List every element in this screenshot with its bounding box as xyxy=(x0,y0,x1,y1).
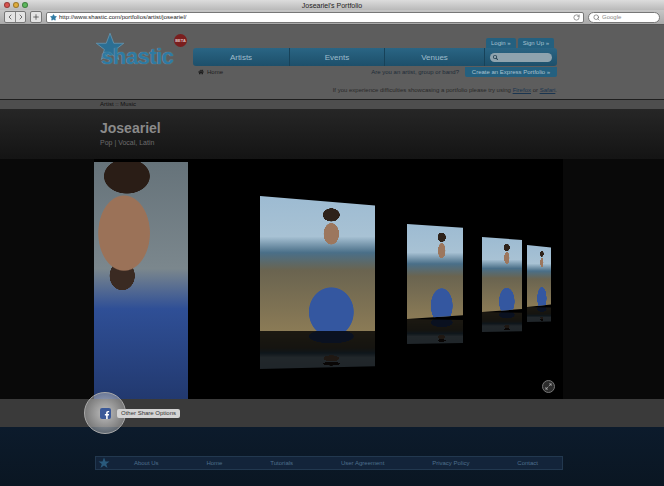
search-icon xyxy=(593,14,600,21)
share-bar: Other Share Options xyxy=(0,399,664,427)
photo xyxy=(527,245,551,307)
window-controls xyxy=(4,2,34,8)
logo-text: shastic xyxy=(95,44,173,70)
search-placeholder: Google xyxy=(602,13,621,22)
breadcrumb: Artist :: Music xyxy=(0,100,664,109)
nav-tab[interactable]: Events xyxy=(290,48,385,66)
facebook-share-button[interactable] xyxy=(100,408,111,419)
photo-reflection xyxy=(407,319,463,344)
gallery-photo[interactable] xyxy=(527,245,551,322)
account-button[interactable]: Login » xyxy=(486,38,516,48)
site-star-icon xyxy=(50,14,57,21)
back-button[interactable] xyxy=(5,12,15,22)
cover-flow[interactable] xyxy=(94,159,563,399)
safari-link[interactable]: Safari xyxy=(540,87,556,93)
chevron-left-icon xyxy=(6,13,14,21)
footer-link[interactable]: User Agreement xyxy=(341,460,384,466)
photo-reflection xyxy=(260,331,375,369)
footer-link[interactable]: Home xyxy=(206,460,222,466)
artist-name: Joseariel xyxy=(100,120,664,136)
gallery-stage xyxy=(0,159,664,399)
artist-header: Joseariel Pop | Vocal, Latin xyxy=(0,109,664,159)
photo xyxy=(260,196,375,331)
nav-search xyxy=(485,48,557,66)
main-nav: ArtistsEventsVenues xyxy=(193,48,557,66)
gallery-photo[interactable] xyxy=(482,237,522,332)
forward-button[interactable] xyxy=(15,12,25,22)
address-bar[interactable]: http://www.shastic.com/portfolios/artist… xyxy=(46,12,584,23)
facebook-icon xyxy=(103,411,111,419)
beta-badge: BETA xyxy=(174,34,187,47)
site-logo[interactable]: shasticBETA xyxy=(95,30,190,77)
plus-icon xyxy=(32,13,40,21)
nav-tab[interactable]: Venues xyxy=(385,48,485,66)
history-buttons xyxy=(4,11,26,23)
page: shasticBETALogin »Sign Up »ArtistsEvents… xyxy=(0,25,664,486)
footer-link[interactable]: Tutorials xyxy=(270,460,293,466)
fullscreen-icon xyxy=(545,383,552,390)
title-bar: Joseariel's Portfolio xyxy=(0,0,664,10)
promo-text: Are you an artist, group or band? xyxy=(371,69,459,75)
create-portfolio-button[interactable]: Create an Express Portfolio » xyxy=(465,67,557,77)
footer-bar: About Us Home Tutorials User Agreement Priva… xyxy=(95,456,563,470)
nav-search-field[interactable] xyxy=(490,53,552,62)
zoom-button[interactable] xyxy=(22,2,28,8)
reload-icon[interactable] xyxy=(573,14,580,21)
close-button[interactable] xyxy=(4,2,10,8)
other-share-button[interactable]: Other Share Options xyxy=(117,409,180,418)
site-footer: About Us Home Tutorials User Agreement Priva… xyxy=(0,427,664,486)
photo xyxy=(482,237,522,312)
browser-window: Joseariel's Portfolio http://www.shastic.… xyxy=(0,0,664,486)
minimize-button[interactable] xyxy=(13,2,19,8)
account-button[interactable]: Sign Up » xyxy=(518,38,554,48)
window-title: Joseariel's Portfolio xyxy=(34,1,630,10)
chevron-right-icon xyxy=(17,13,25,21)
footer-link[interactable]: About Us xyxy=(134,460,159,466)
url-text: http://www.shastic.com/portfolios/artist… xyxy=(59,13,571,22)
photo-reflection xyxy=(527,307,551,322)
gallery-photo[interactable] xyxy=(407,224,463,344)
browser-notice: If you experience difficulties showcasin… xyxy=(95,86,557,94)
footer-link[interactable]: Contact xyxy=(517,460,538,466)
artist-genres: Pop | Vocal, Latin xyxy=(100,138,664,147)
photo-reflection xyxy=(482,312,522,332)
account-buttons: Login »Sign Up » xyxy=(193,38,557,48)
footer-link[interactable]: Privacy Policy xyxy=(432,460,469,466)
toolbar: http://www.shastic.com/portfolios/artist… xyxy=(0,10,664,25)
fullscreen-button[interactable] xyxy=(542,380,555,393)
search-icon xyxy=(493,55,498,60)
nav-tab[interactable]: Artists xyxy=(193,48,290,66)
site-header: shasticBETALogin »Sign Up »ArtistsEvents… xyxy=(0,25,664,100)
photo xyxy=(94,162,188,399)
firefox-link[interactable]: Firefox xyxy=(513,87,531,93)
gallery-photo[interactable] xyxy=(260,196,375,369)
footer-star-icon[interactable] xyxy=(98,457,110,469)
home-icon xyxy=(198,69,204,75)
home-link[interactable]: Home xyxy=(193,69,223,75)
photo xyxy=(407,224,463,319)
search-field[interactable]: Google xyxy=(588,12,660,23)
gallery-photo[interactable] xyxy=(94,162,188,399)
add-bookmark-group xyxy=(30,11,42,23)
add-bookmark-button[interactable] xyxy=(31,12,41,22)
